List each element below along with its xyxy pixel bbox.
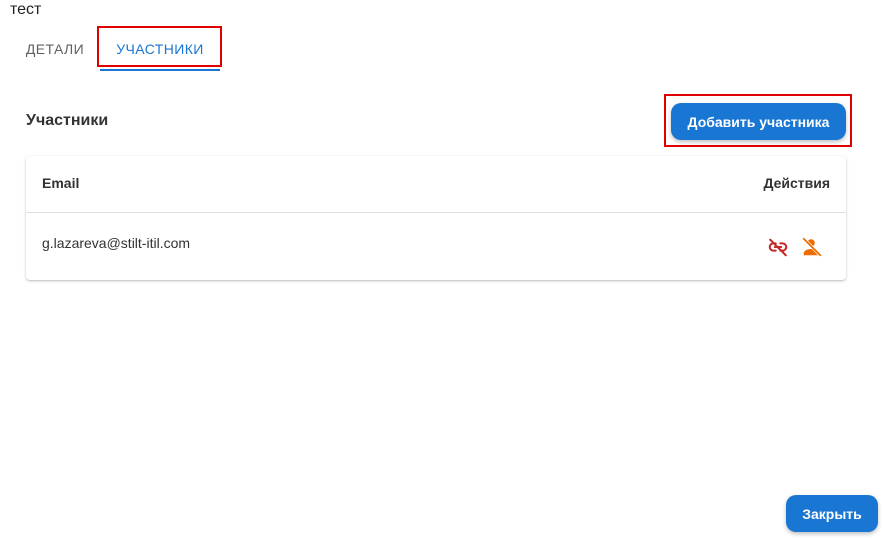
column-header-email: Email <box>42 175 80 191</box>
dialog: тест ДЕТАЛИ УЧАСТНИКИ Участники Добавить… <box>0 0 884 539</box>
participant-email: g.lazareva@stilt-itil.com <box>42 235 191 251</box>
person-off-icon[interactable] <box>800 235 824 259</box>
close-button[interactable]: Закрыть <box>786 495 878 532</box>
dialog-title: тест <box>10 1 42 18</box>
participants-table: Email Действия g.lazareva@stilt-itil.com <box>26 156 846 280</box>
link-off-icon[interactable] <box>766 235 790 259</box>
add-participant-button[interactable]: Добавить участника <box>671 103 846 140</box>
tab-details[interactable]: ДЕТАЛИ <box>14 28 96 70</box>
tab-participants[interactable]: УЧАСТНИКИ <box>100 28 220 70</box>
section-title: Участники <box>26 112 109 129</box>
active-tab-indicator <box>100 69 220 71</box>
table-row: g.lazareva@stilt-itil.com <box>26 213 846 279</box>
column-header-actions: Действия <box>763 175 830 191</box>
table-header-row: Email Действия <box>26 156 846 213</box>
tab-bar: ДЕТАЛИ УЧАСТНИКИ <box>0 28 884 72</box>
